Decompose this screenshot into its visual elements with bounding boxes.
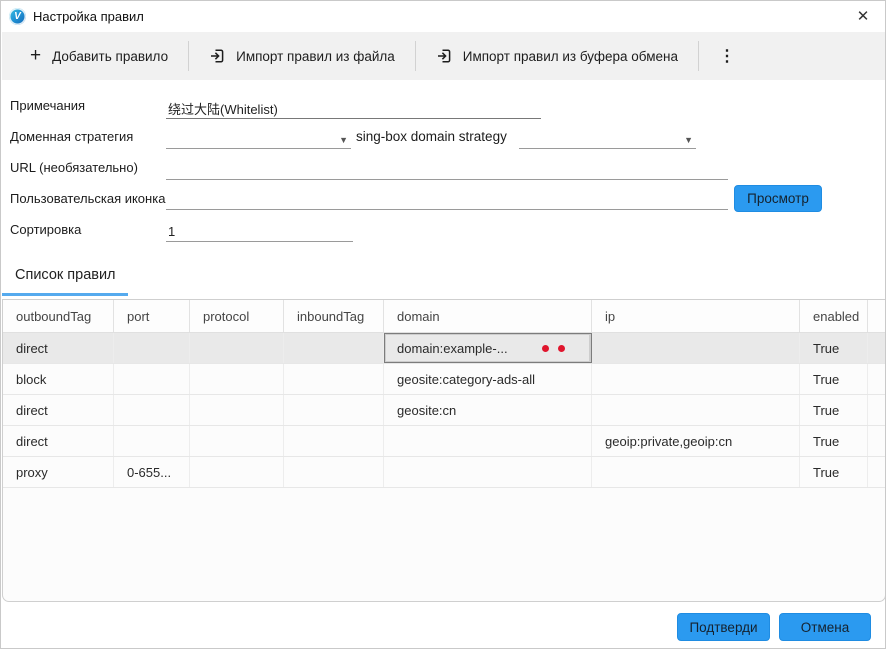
cell-enabled[interactable]: True [800,395,868,425]
cell-domain-text: domain:example-... [397,341,508,356]
app-logo-icon: V [9,8,26,25]
cell-inboundTag[interactable] [284,333,384,363]
tab-active-indicator [2,293,128,296]
tab-rule-list[interactable]: Список правил [15,267,116,283]
confirm-button[interactable]: Подтверди [677,613,770,641]
domain-strategy-label: Доменная стратегия [10,129,133,144]
cell-ip[interactable] [592,364,800,394]
add-rule-label: Добавить правило [52,49,168,64]
table-row[interactable]: direct geoip:private,geoip:cn True [3,426,885,457]
col-header-domain[interactable]: domain [384,300,592,332]
import-icon [436,48,452,64]
cell-domain-focused[interactable]: domain:example-... [384,333,592,363]
import-icon [209,48,225,64]
cell-port[interactable] [114,395,190,425]
cell-stub [868,457,885,487]
cell-outboundTag[interactable]: direct [3,333,114,363]
chevron-down-icon: ▼ [684,135,693,145]
col-header-enabled[interactable]: enabled [800,300,868,332]
toolbar: + Добавить правило Импорт правил из файл… [2,32,886,80]
cell-ip[interactable] [592,333,800,363]
remarks-input[interactable] [166,98,541,119]
table-row[interactable]: direct geosite:cn True [3,395,885,426]
toolbar-divider [698,41,699,71]
import-from-file-button[interactable]: Импорт правил из файла [195,40,409,72]
cell-outboundTag[interactable]: block [3,364,114,394]
cell-stub [868,395,885,425]
import-from-clipboard-button[interactable]: Импорт правил из буфера обмена [422,40,692,72]
import-from-file-label: Импорт правил из файла [236,49,395,64]
cell-port[interactable]: 0-655... [114,457,190,487]
rule-form: Примечания Доменная стратегия ▼ sing-box… [1,81,886,259]
cell-ip[interactable]: geoip:private,geoip:cn [592,426,800,456]
cell-stub [868,426,885,456]
table-header-row: outboundTag port protocol inboundTag dom… [3,300,885,333]
cell-outboundTag[interactable]: proxy [3,457,114,487]
toolbar-divider [188,41,189,71]
cell-protocol[interactable] [190,333,284,363]
cell-domain[interactable] [384,457,592,487]
cell-protocol[interactable] [190,395,284,425]
cell-ip[interactable] [592,457,800,487]
custom-icon-label: Пользовательская иконка [10,191,165,206]
cell-inboundTag[interactable] [284,426,384,456]
cell-inboundTag[interactable] [284,457,384,487]
import-from-clipboard-label: Импорт правил из буфера обмена [463,49,678,64]
cell-domain[interactable] [384,426,592,456]
singbox-strategy-select[interactable]: ▼ [519,128,696,149]
table-row[interactable]: block geosite:category-ads-all True [3,364,885,395]
remarks-label: Примечания [10,98,85,113]
cell-domain[interactable]: geosite:category-ads-all [384,364,592,394]
sort-label: Сортировка [10,222,81,237]
close-icon[interactable]: ✕ [851,5,875,27]
table-row[interactable]: direct domain:example-... True [3,333,885,364]
tab-bar: Список правил [1,259,886,299]
toolbar-divider [415,41,416,71]
cell-inboundTag[interactable] [284,395,384,425]
cell-protocol[interactable] [190,457,284,487]
cell-port[interactable] [114,364,190,394]
add-rule-button[interactable]: + Добавить правило [16,41,182,72]
preview-button[interactable]: Просмотр [734,185,822,212]
cell-enabled[interactable]: True [800,364,868,394]
cell-stub [868,364,885,394]
custom-icon-input[interactable] [166,189,728,210]
cell-protocol[interactable] [190,364,284,394]
cell-inboundTag[interactable] [284,364,384,394]
col-header-inboundTag[interactable]: inboundTag [284,300,384,332]
cell-outboundTag[interactable]: direct [3,395,114,425]
rules-settings-dialog: V Настройка правил ✕ + Добавить правило … [0,0,886,649]
domain-strategy-select[interactable]: ▼ [166,128,351,149]
more-options-button[interactable]: ⋮ [705,42,749,70]
rules-table: outboundTag port protocol inboundTag dom… [2,299,886,602]
cancel-button[interactable]: Отмена [779,613,871,641]
table-row[interactable]: proxy 0-655... True [3,457,885,488]
title-bar: V Настройка правил ✕ [1,1,885,31]
cell-stub [868,333,885,363]
cell-port[interactable] [114,333,190,363]
cell-enabled[interactable]: True [800,333,868,363]
cell-domain[interactable]: geosite:cn [384,395,592,425]
col-header-protocol[interactable]: protocol [190,300,284,332]
sort-input[interactable] [166,221,353,242]
cell-enabled[interactable]: True [800,457,868,487]
red-dot-icon [558,345,565,352]
window-title: Настройка правил [33,9,144,24]
singbox-strategy-label: sing-box domain strategy [356,129,507,144]
cell-outboundTag[interactable]: direct [3,426,114,456]
cell-protocol[interactable] [190,426,284,456]
cell-port[interactable] [114,426,190,456]
url-input[interactable] [166,159,728,180]
col-header-stub [868,300,885,332]
cell-enabled[interactable]: True [800,426,868,456]
col-header-ip[interactable]: ip [592,300,800,332]
url-label: URL (необязательно) [10,160,138,175]
cell-ip[interactable] [592,395,800,425]
red-dot-icon [542,345,549,352]
col-header-outboundTag[interactable]: outboundTag [3,300,114,332]
chevron-down-icon: ▼ [339,135,348,145]
plus-icon: + [30,49,41,63]
col-header-port[interactable]: port [114,300,190,332]
